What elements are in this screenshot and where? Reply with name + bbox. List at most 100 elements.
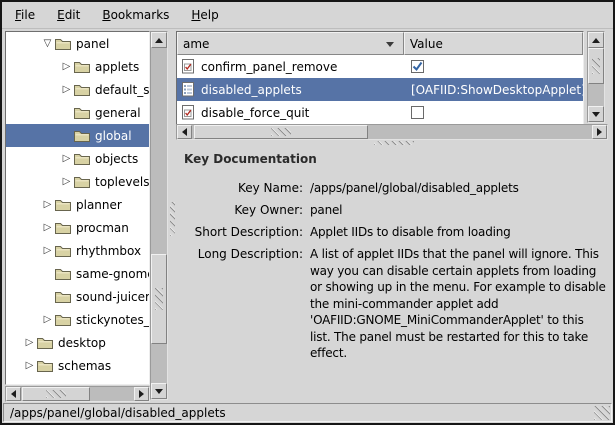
- tree-item-label: toplevels: [94, 175, 149, 189]
- expander-closed-icon[interactable]: ▷: [40, 216, 55, 239]
- scroll-down-button[interactable]: [151, 383, 167, 399]
- thumb-grip-icon: [271, 128, 291, 136]
- expander-closed-icon[interactable]: ▷: [59, 147, 74, 170]
- doc-field-value: /apps/panel/global/disabled_applets: [310, 180, 519, 197]
- column-header-name[interactable]: ame: [177, 32, 404, 55]
- key-value-cell: [411, 55, 424, 78]
- tree-item-label: default_se: [94, 83, 149, 97]
- tree-item-default_se[interactable]: ▷ default_se: [6, 78, 149, 101]
- folder-icon: [37, 359, 53, 372]
- key-documentation-pane: Key Documentation Key Name: /apps/panel/g…: [176, 146, 613, 401]
- tree-item-label: objects: [94, 152, 138, 166]
- tree-item-label: schemas: [57, 359, 111, 373]
- key-name: confirm_panel_remove: [201, 60, 337, 74]
- menu-edit[interactable]: Edit: [46, 5, 91, 25]
- tree-item-general[interactable]: general: [6, 101, 149, 124]
- folder-icon: [55, 267, 71, 280]
- tree-item-label: general: [94, 106, 141, 120]
- list-vertical-scrollbar[interactable]: [587, 31, 605, 123]
- tree-item-same-gnome[interactable]: same-gnome: [6, 262, 149, 285]
- menu-bookmarks[interactable]: Bookmarks: [91, 5, 180, 25]
- expander-closed-icon[interactable]: ▷: [40, 193, 55, 216]
- folder-icon: [55, 244, 71, 257]
- doc-field-value: A list of applet IIDs that the panel wil…: [310, 246, 606, 362]
- folder-icon: [74, 83, 90, 96]
- statusbar: /apps/panel/global/disabled_applets: [3, 403, 612, 422]
- doc-field: Short Description:Applet IIDs to disable…: [176, 224, 613, 241]
- key-list: ame Value confirm_panel_remove disabled_a…: [176, 31, 584, 125]
- list-header-row: ame Value: [177, 32, 583, 55]
- resize-grip[interactable]: [594, 406, 610, 420]
- value-checkbox-unchecked[interactable]: [411, 106, 424, 119]
- key-row-disabled_applets[interactable]: disabled_applets[OAFIID:ShowDesktopApple…: [177, 78, 583, 101]
- expander-closed-icon[interactable]: ▷: [40, 308, 55, 331]
- scrollbar-thumb[interactable]: [194, 125, 368, 139]
- right-arrow-icon: [139, 390, 144, 398]
- tree-item-label: planner: [75, 198, 122, 212]
- scroll-down-button[interactable]: [588, 106, 604, 122]
- folder-tree: ▽panel▷applets▷default_segeneralglobal▷o…: [5, 31, 150, 385]
- key-row-disable_force_quit[interactable]: disable_force_quit: [177, 101, 583, 124]
- documentation-heading: Key Documentation: [184, 152, 613, 166]
- scroll-up-button[interactable]: [151, 32, 167, 48]
- tree-vertical-scrollbar[interactable]: [150, 31, 168, 400]
- doc-field-value: Applet IIDs to disable from loading: [310, 224, 511, 241]
- menu-label: dit: [65, 8, 81, 22]
- doc-field-label: Key Owner:: [176, 202, 303, 219]
- key-row-confirm_panel_remove[interactable]: confirm_panel_remove: [177, 55, 583, 78]
- tree-pane-splitter[interactable]: [169, 31, 176, 402]
- expander-closed-icon[interactable]: ▷: [40, 239, 55, 262]
- tree-item-global[interactable]: global: [6, 124, 149, 147]
- expander-closed-icon[interactable]: ▷: [22, 331, 37, 354]
- menu-help[interactable]: Help: [180, 5, 229, 25]
- scrollbar-thumb[interactable]: [588, 48, 604, 84]
- tree-item-sound-juicer[interactable]: sound-juicer: [6, 285, 149, 308]
- tree-item-label: sound-juicer: [75, 290, 149, 304]
- folder-icon: [55, 198, 71, 211]
- tree-item-label: applets: [94, 60, 139, 74]
- column-header-value[interactable]: Value: [404, 32, 583, 55]
- thumb-grip-icon: [592, 58, 600, 74]
- tree-item-schemas[interactable]: ▷ schemas: [6, 354, 149, 377]
- tree-item-panel[interactable]: ▽panel: [6, 32, 149, 55]
- tree-horizontal-scrollbar[interactable]: [5, 386, 150, 402]
- doc-field-label: Key Name:: [176, 180, 303, 197]
- expander-closed-icon[interactable]: ▷: [59, 78, 74, 101]
- list-horizontal-scrollbar[interactable]: [176, 124, 608, 140]
- documentation-fields: Key Name: /apps/panel/global/disabled_app…: [176, 180, 613, 362]
- expander-open-icon[interactable]: ▽: [40, 32, 55, 55]
- tree-item-procman[interactable]: ▷procman: [6, 216, 149, 239]
- tree-item-applets[interactable]: ▷ applets: [6, 55, 149, 78]
- scroll-left-button[interactable]: [177, 125, 192, 139]
- scrollbar-thumb[interactable]: [22, 387, 90, 401]
- tree-item-objects[interactable]: ▷ objects: [6, 147, 149, 170]
- expander-closed-icon[interactable]: ▷: [22, 354, 37, 377]
- scroll-left-button[interactable]: [6, 387, 21, 401]
- column-header-label: Value: [410, 37, 443, 51]
- scroll-right-button[interactable]: [134, 387, 149, 401]
- scroll-up-button[interactable]: [588, 32, 604, 48]
- tree-item-planner[interactable]: ▷ planner: [6, 193, 149, 216]
- scrollbar-thumb[interactable]: [151, 254, 167, 344]
- folder-icon: [74, 129, 90, 142]
- up-arrow-icon: [592, 38, 600, 43]
- left-arrow-icon: [11, 390, 16, 398]
- menu-label: ookmarks: [111, 8, 170, 22]
- menu-file[interactable]: File: [4, 5, 46, 25]
- expander-closed-icon[interactable]: ▷: [59, 170, 74, 193]
- expander-closed-icon[interactable]: ▷: [59, 55, 74, 78]
- tree-item-toplevels[interactable]: ▷ toplevels: [6, 170, 149, 193]
- tree-item-desktop[interactable]: ▷desktop: [6, 331, 149, 354]
- tree-item-stickynotes_[interactable]: ▷stickynotes_: [6, 308, 149, 331]
- folder-icon: [74, 60, 90, 73]
- tree-item-rhythmbox[interactable]: ▷rhythmbox: [6, 239, 149, 262]
- up-arrow-icon: [155, 38, 163, 43]
- menu-label: E: [57, 8, 65, 22]
- menubar: File Edit Bookmarks Help: [2, 2, 613, 28]
- statusbar-text: /apps/panel/global/disabled_applets: [10, 406, 226, 420]
- doc-field-label: Long Description:: [176, 246, 303, 362]
- splitter-grip-icon: [170, 202, 175, 236]
- folder-icon: [55, 290, 71, 303]
- value-checkbox-checked[interactable]: [411, 60, 424, 73]
- scroll-right-button[interactable]: [592, 125, 607, 139]
